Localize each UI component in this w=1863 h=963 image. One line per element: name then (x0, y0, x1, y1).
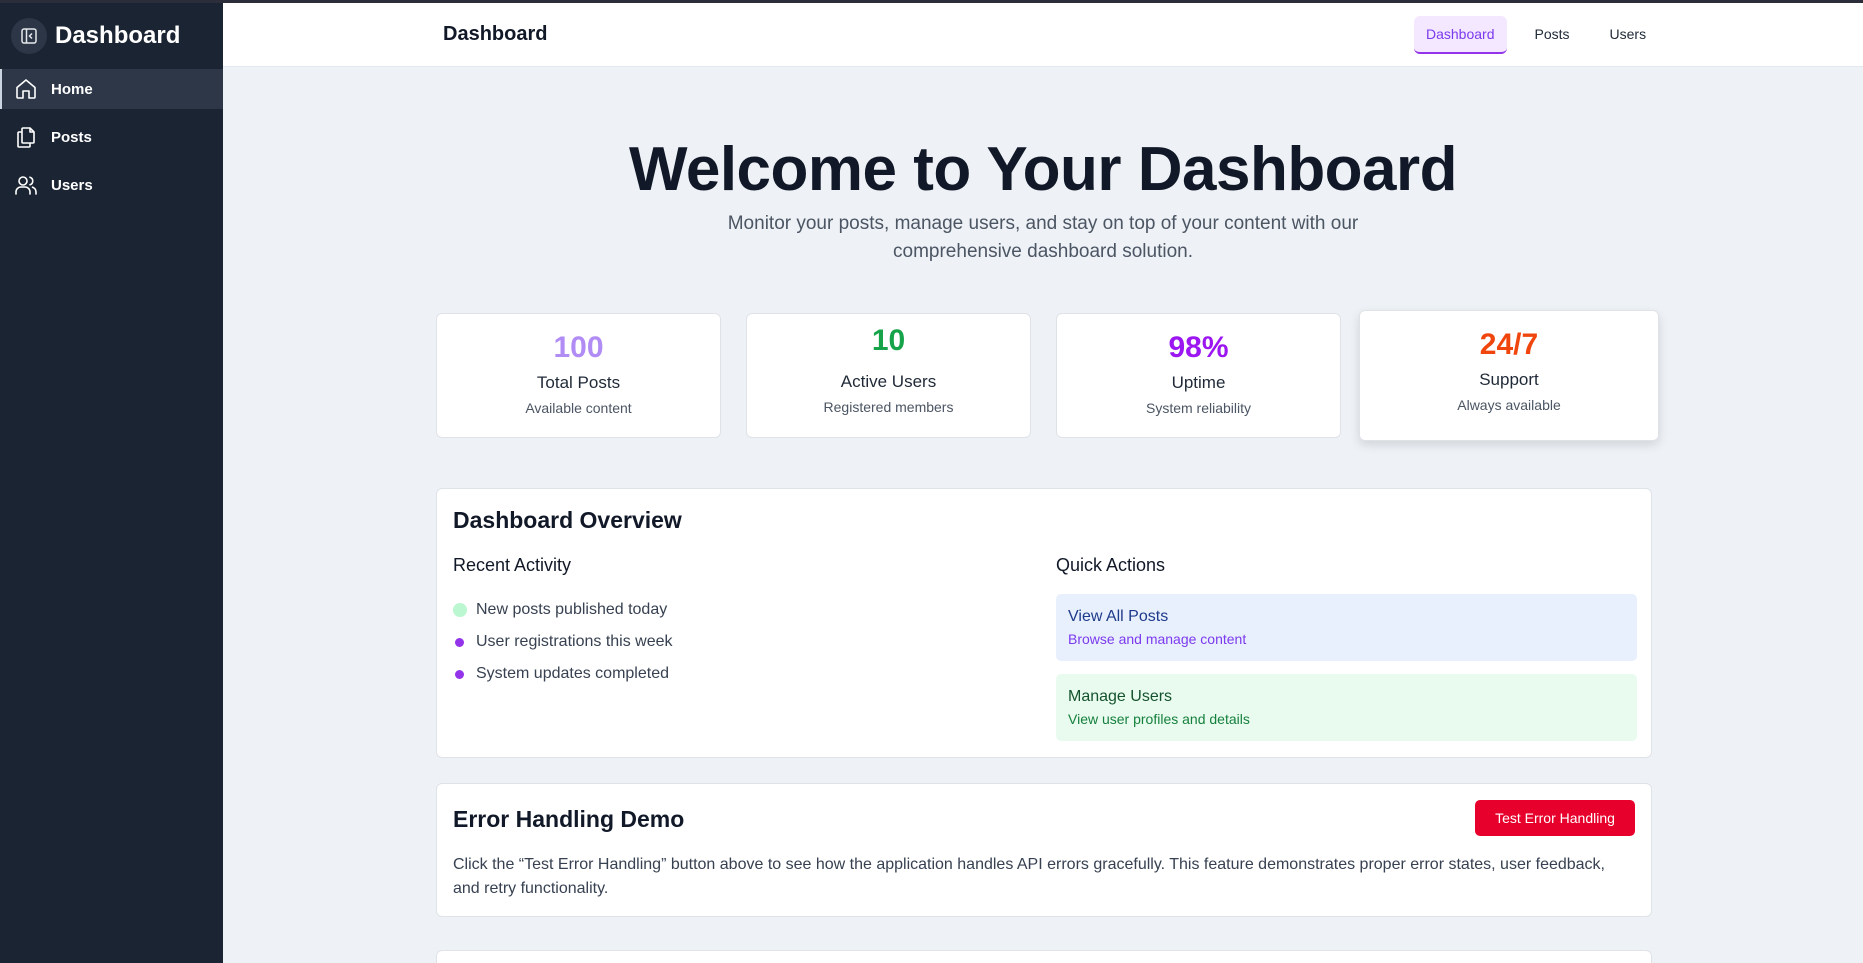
app-window: Dashboard Home Posts Users Dashboard Das… (0, 3, 1863, 963)
activity-list: New posts published today User registrat… (453, 594, 673, 690)
top-bar: Dashboard Dashboard Posts Users (223, 3, 1863, 67)
list-item: System updates completed (453, 658, 673, 690)
sidebar-title: Dashboard (55, 22, 181, 49)
top-nav: Dashboard Posts Users (1414, 16, 1674, 54)
stat-description: System reliability (1145, 400, 1252, 416)
stat-card-uptime: 98% Uptime System reliability (1056, 313, 1341, 438)
quick-actions-title: Quick Actions (1056, 555, 1166, 575)
sidebar-collapse-icon (21, 28, 37, 44)
stat-value: 100 (553, 331, 604, 364)
tab-dashboard[interactable]: Dashboard (1414, 16, 1507, 54)
stat-label: Total Posts (536, 373, 621, 392)
error-handling-card: Error Handling Demo Test Error Handling … (436, 783, 1652, 917)
status-dot (453, 603, 467, 617)
action-description: View user profiles and details (1068, 711, 1250, 727)
sidebar-header: Dashboard (0, 3, 223, 69)
activity-text: User registrations this week (476, 633, 673, 650)
recent-activity-title: Recent Activity (453, 555, 572, 575)
home-icon (14, 77, 38, 101)
view-all-posts-action[interactable]: View All Posts Browse and manage content (1056, 594, 1637, 661)
stat-label: Uptime (1171, 373, 1226, 392)
status-dot (455, 669, 464, 679)
sidebar-item-users[interactable]: Users (0, 165, 223, 205)
sidebar-item-label: Posts (51, 128, 92, 146)
overview-title: Dashboard Overview (453, 507, 682, 533)
action-title: Manage Users (1068, 688, 1173, 705)
stat-description: Available content (525, 400, 632, 416)
dashboard-overview-card: Dashboard Overview Recent Activity New p… (436, 488, 1652, 758)
users-icon (14, 173, 38, 197)
tab-users[interactable]: Users (1598, 16, 1659, 54)
stat-card-support: 24/7 Support Always available (1359, 310, 1659, 441)
main-content: Welcome to Your Dashboard Monitor your p… (223, 68, 1863, 963)
sidebar-nav: Home Posts Users (0, 69, 223, 205)
sidebar-item-posts[interactable]: Posts (0, 117, 223, 157)
sidebar-collapse-button[interactable] (11, 18, 47, 54)
next-card (436, 950, 1652, 963)
stat-card-active-users: 10 Active Users Registered members (746, 313, 1031, 438)
sidebar: Dashboard Home Posts Users (0, 3, 223, 963)
manage-users-action[interactable]: Manage Users View user profiles and deta… (1056, 674, 1637, 741)
test-error-handling-button[interactable]: Test Error Handling (1475, 800, 1635, 836)
action-title: View All Posts (1068, 608, 1169, 625)
error-demo-title: Error Handling Demo (453, 806, 685, 832)
activity-text: New posts published today (476, 601, 668, 618)
stat-description: Always available (1457, 397, 1561, 413)
hero-title: Welcome to Your Dashboard (628, 135, 1458, 204)
stat-value: 10 (871, 324, 906, 357)
sidebar-item-home[interactable]: Home (0, 69, 223, 109)
tab-posts[interactable]: Posts (1523, 16, 1582, 54)
activity-text: System updates completed (476, 665, 669, 682)
sidebar-item-label: Users (51, 176, 93, 194)
list-item: User registrations this week (453, 626, 673, 658)
stat-value: 98% (1168, 331, 1229, 364)
stat-description: Registered members (823, 399, 954, 415)
stat-label: Active Users (840, 372, 937, 391)
stat-value: 24/7 (1479, 328, 1539, 361)
status-dot (455, 637, 464, 647)
files-icon (14, 125, 38, 149)
sidebar-item-label: Home (51, 80, 93, 98)
hero-subtitle: Monitor your posts, manage users, and st… (727, 213, 1359, 262)
stat-label: Support (1479, 370, 1539, 389)
error-demo-description: Click the “Test Error Handling” button a… (453, 856, 1605, 897)
page-title: Dashboard (443, 23, 548, 45)
stat-card-total-posts: 100 Total Posts Available content (436, 313, 721, 438)
list-item: New posts published today (453, 594, 673, 626)
action-description: Browse and manage content (1068, 631, 1247, 647)
